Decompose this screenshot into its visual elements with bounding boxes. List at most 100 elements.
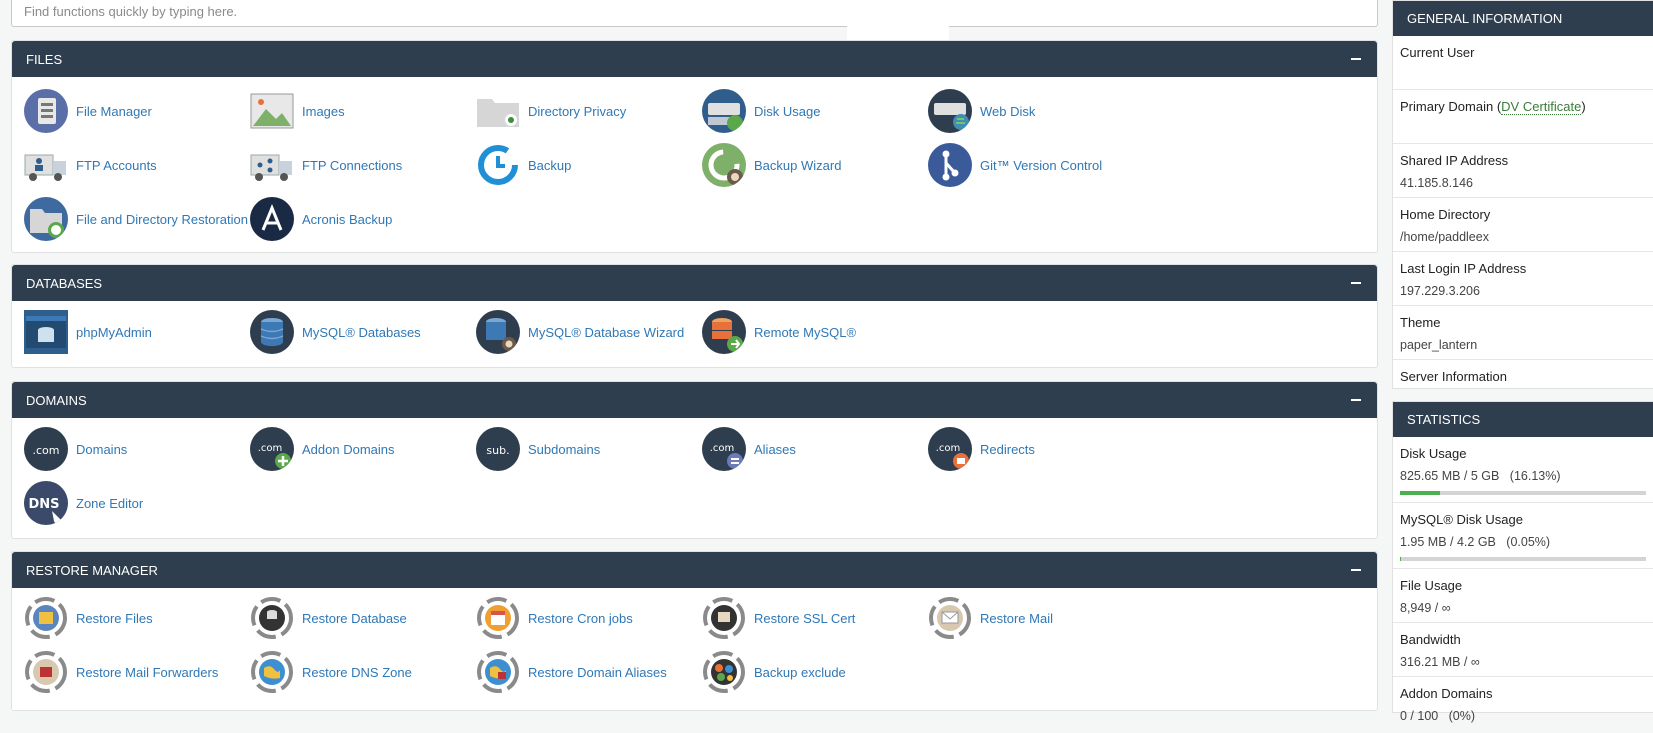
redirects-label: Redirects	[980, 442, 1035, 457]
addon-domains-link[interactable]: .com Addon Domains	[250, 426, 395, 472]
restore-ssl-link[interactable]: Restore SSL Cert	[702, 595, 855, 641]
mysql-databases-label: MySQL® Databases	[302, 325, 421, 340]
backup-exclude-label: Backup exclude	[754, 665, 846, 680]
restore-mail-forwarders-link[interactable]: Restore Mail Forwarders	[24, 649, 218, 695]
shared-ip-row: Shared IP Address 41.185.8.146	[1393, 144, 1653, 198]
acronis-label: Acronis Backup	[302, 212, 392, 227]
search-input[interactable]: Find functions quickly by typing here.	[11, 0, 1378, 27]
domains-link[interactable]: .com Domains	[24, 426, 127, 472]
zone-editor-link[interactable]: DNS Zone Editor	[24, 480, 143, 526]
directory-privacy-icon	[476, 89, 520, 133]
restore-manager-panel: RESTORE MANAGER Restore Files Restore Da…	[11, 551, 1378, 711]
ftp-accounts-icon	[24, 143, 68, 187]
aliases-icon-text: .com	[710, 443, 735, 454]
restoration-link[interactable]: File and Directory Restoration	[24, 196, 248, 242]
disk-usage-link[interactable]: Disk Usage	[702, 88, 820, 134]
phpmyadmin-link[interactable]: phpMyAdmin	[24, 309, 152, 355]
primary-domain-label-text: Primary Domain	[1400, 99, 1493, 114]
redirects-icon: .com	[928, 427, 972, 471]
restore-cron-link[interactable]: Restore Cron jobs	[476, 595, 633, 641]
files-panel-header[interactable]: FILES	[12, 41, 1377, 77]
mysql-disk-usage-label: MySQL® Disk Usage	[1400, 511, 1646, 529]
statistics-panel: STATISTICS Disk Usage 825.65 MB / 5 GB (…	[1392, 401, 1653, 713]
file-manager-link[interactable]: File Manager	[24, 88, 152, 134]
git-icon	[928, 143, 972, 187]
theme-value: paper_lantern	[1400, 336, 1646, 354]
addon-domains-icon-text: .com	[258, 443, 283, 454]
restore-manager-panel-header[interactable]: RESTORE MANAGER	[12, 552, 1377, 588]
restore-mail-forwarders-label: Restore Mail Forwarders	[76, 665, 218, 680]
ftp-accounts-label: FTP Accounts	[76, 158, 157, 173]
general-information-panel: GENERAL INFORMATION Current User Primary…	[1392, 0, 1653, 389]
collapse-icon[interactable]	[1349, 563, 1363, 577]
statistics-header: STATISTICS	[1393, 402, 1653, 437]
collapse-icon[interactable]	[1349, 393, 1363, 407]
collapse-icon[interactable]	[1349, 52, 1363, 66]
ftp-connections-link[interactable]: FTP Connections	[250, 142, 402, 188]
disk-usage-stat-value: 825.65 MB / 5 GB (16.13%)	[1400, 467, 1646, 485]
restore-domain-aliases-link[interactable]: Restore Domain Aliases	[476, 649, 667, 695]
ftp-accounts-link[interactable]: FTP Accounts	[24, 142, 157, 188]
statistics-title: STATISTICS	[1407, 412, 1480, 427]
file-usage-label: File Usage	[1400, 577, 1646, 595]
current-user-label: Current User	[1400, 44, 1646, 62]
backup-icon	[476, 143, 520, 187]
mysql-wizard-icon	[476, 310, 520, 354]
acronis-link[interactable]: Acronis Backup	[250, 196, 392, 242]
restore-dns-label: Restore DNS Zone	[302, 665, 412, 680]
mysql-wizard-link[interactable]: MySQL® Database Wizard	[476, 309, 684, 355]
images-link[interactable]: Images	[250, 88, 345, 134]
restore-mail-link[interactable]: Restore Mail	[928, 595, 1053, 641]
mysql-databases-link[interactable]: MySQL® Databases	[250, 309, 421, 355]
collapse-icon[interactable]	[1349, 276, 1363, 290]
databases-panel-header[interactable]: DATABASES	[12, 265, 1377, 301]
home-directory-row: Home Directory /home/paddleex	[1393, 198, 1653, 252]
files-panel: FILES File Manager Images Directory Priv…	[11, 40, 1378, 253]
shared-ip-value: 41.185.8.146	[1400, 174, 1646, 192]
backup-exclude-link[interactable]: Backup exclude	[702, 649, 846, 695]
restore-database-label: Restore Database	[302, 611, 407, 626]
domains-panel: DOMAINS .com Domains .com Addon Domains …	[11, 381, 1378, 539]
phpmyadmin-label: phpMyAdmin	[76, 325, 152, 340]
restoration-label: File and Directory Restoration	[76, 212, 248, 227]
mysql-disk-usage-value: 1.95 MB / 4.2 GB (0.05%)	[1400, 533, 1646, 551]
web-disk-link[interactable]: Web Disk	[928, 88, 1035, 134]
shared-ip-label: Shared IP Address	[1400, 152, 1646, 170]
directory-privacy-link[interactable]: Directory Privacy	[476, 88, 626, 134]
domains-icon: .com	[24, 427, 68, 471]
server-information-link[interactable]: Server Information	[1400, 368, 1646, 386]
subdomains-link[interactable]: sub. Subdomains	[476, 426, 600, 472]
aliases-icon: .com	[702, 427, 746, 471]
phpmyadmin-icon	[24, 310, 68, 354]
theme-label: Theme	[1400, 314, 1646, 332]
addon-domains-stat-value: 0 / 100 (0%)	[1400, 707, 1646, 725]
databases-panel-title: DATABASES	[26, 276, 102, 291]
home-directory-label: Home Directory	[1400, 206, 1646, 224]
addon-domains-stat-link[interactable]: Addon Domains	[1400, 685, 1646, 703]
domains-panel-header[interactable]: DOMAINS	[12, 382, 1377, 418]
file-usage-row: File Usage 8,949 / ∞	[1393, 569, 1653, 623]
disk-usage-progress-fill	[1400, 491, 1440, 495]
images-label: Images	[302, 104, 345, 119]
disk-usage-progress-bar	[1400, 491, 1646, 495]
restore-database-link[interactable]: Restore Database	[250, 595, 407, 641]
aliases-link[interactable]: .com Aliases	[702, 426, 796, 472]
file-usage-value: 8,949 / ∞	[1400, 599, 1646, 617]
dv-certificate-link[interactable]: DV Certificate	[1501, 99, 1581, 115]
backup-wizard-link[interactable]: Backup Wizard	[702, 142, 841, 188]
addon-domains-stat-row: Addon Domains 0 / 100 (0%)	[1393, 677, 1653, 733]
restore-files-link[interactable]: Restore Files	[24, 595, 153, 641]
restore-domain-aliases-icon	[476, 650, 520, 694]
theme-row: Theme paper_lantern	[1393, 306, 1653, 360]
primary-domain-label: Primary Domain (DV Certificate)	[1400, 98, 1646, 116]
bandwidth-link[interactable]: Bandwidth	[1400, 631, 1646, 649]
remote-mysql-link[interactable]: Remote MySQL®	[702, 309, 856, 355]
domains-panel-title: DOMAINS	[26, 393, 87, 408]
domains-icon-text: .com	[33, 444, 60, 457]
redirects-link[interactable]: .com Redirects	[928, 426, 1035, 472]
mysql-databases-icon	[250, 310, 294, 354]
git-link[interactable]: Git™ Version Control	[928, 142, 1102, 188]
restore-dns-link[interactable]: Restore DNS Zone	[250, 649, 412, 695]
disk-usage-stat-link[interactable]: Disk Usage	[1400, 445, 1646, 463]
backup-link[interactable]: Backup	[476, 142, 571, 188]
